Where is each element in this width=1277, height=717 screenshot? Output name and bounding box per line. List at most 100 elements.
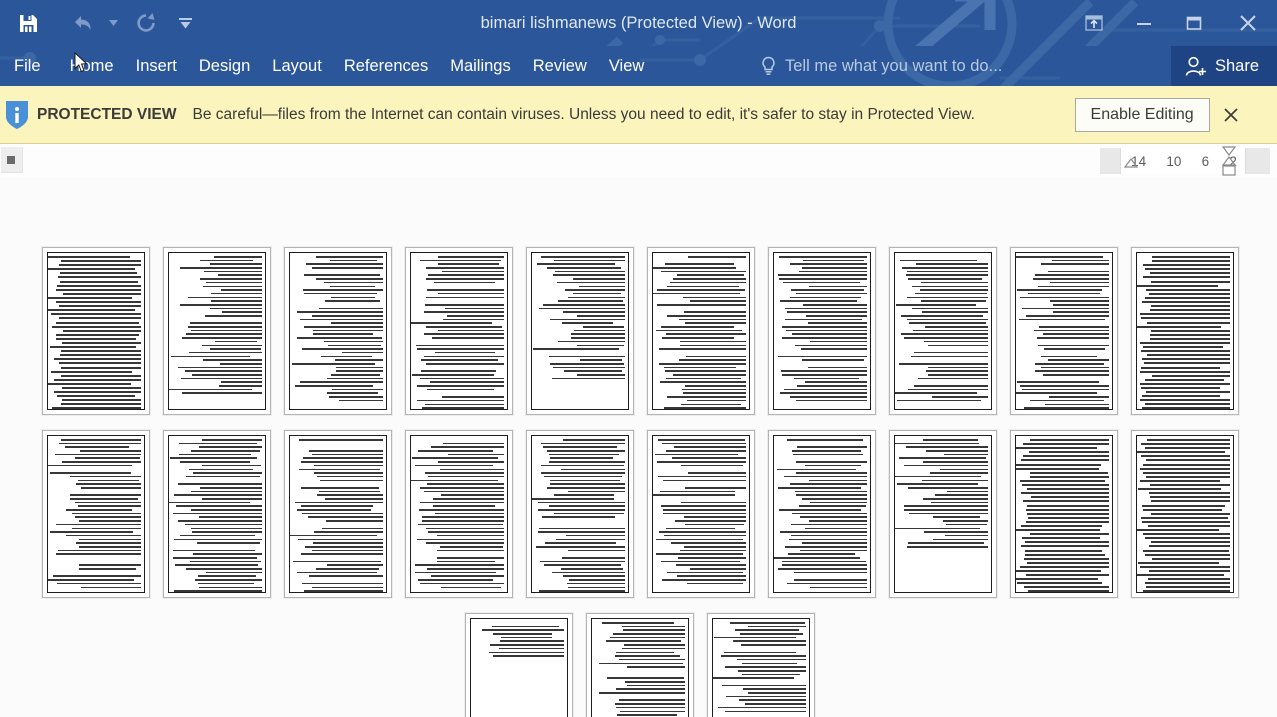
- tab-mailings[interactable]: Mailings: [439, 46, 522, 86]
- page-thumbnail[interactable]: [284, 247, 392, 415]
- tab-stop-selector[interactable]: [1, 147, 23, 173]
- page-content-frame: [773, 252, 871, 410]
- page-thumbnail[interactable]: [707, 613, 815, 717]
- text-line: [204, 315, 262, 317]
- text-line: [800, 516, 867, 519]
- page-text-block: [169, 439, 262, 592]
- page-text-block: [169, 256, 262, 396]
- right-indent-marker-icon[interactable]: [1219, 144, 1239, 180]
- text-line: [1140, 399, 1230, 402]
- text-line: [424, 472, 504, 474]
- page-text-block: [290, 439, 383, 592]
- tab-insert[interactable]: Insert: [125, 46, 188, 86]
- left-indent-marker-icon[interactable]: [1122, 146, 1140, 176]
- tab-file[interactable]: File: [0, 46, 59, 86]
- text-line: [60, 403, 141, 406]
- text-line: [1142, 264, 1230, 267]
- page-thumbnail[interactable]: [1010, 430, 1118, 598]
- close-icon[interactable]: [1218, 95, 1244, 135]
- customize-quick-access-icon[interactable]: [176, 4, 194, 42]
- text-line: [1021, 459, 1109, 462]
- ruler-margin-right: [1246, 148, 1270, 174]
- text-line: [1146, 288, 1230, 291]
- tell-me-search[interactable]: Tell me what you want to do...: [760, 46, 1002, 86]
- minimize-icon[interactable]: [1119, 0, 1169, 46]
- text-line: [439, 545, 503, 548]
- text-line: [170, 355, 251, 358]
- text-line: [784, 545, 867, 548]
- text-line: [435, 512, 504, 515]
- text-line: [327, 392, 378, 395]
- page-thumbnail[interactable]: [889, 430, 997, 598]
- text-line: [210, 300, 262, 302]
- text-line: [51, 313, 141, 316]
- text-line: [793, 579, 867, 581]
- document-canvas[interactable]: [0, 177, 1277, 717]
- text-line: [444, 307, 504, 310]
- text-line: [482, 629, 564, 631]
- text-line: [797, 385, 867, 387]
- text-line: [786, 329, 867, 332]
- redo-icon[interactable]: [124, 4, 168, 42]
- text-line: [738, 699, 806, 702]
- close-icon[interactable]: [1219, 0, 1277, 46]
- tab-view[interactable]: View: [598, 46, 655, 86]
- page-thumbnail[interactable]: [647, 247, 755, 415]
- text-line: [204, 270, 262, 273]
- text-line: [895, 475, 981, 478]
- text-line: [582, 326, 625, 328]
- text-line: [187, 326, 262, 328]
- share-button[interactable]: Share: [1170, 46, 1277, 86]
- text-line: [64, 446, 129, 448]
- page-thumbnail[interactable]: [42, 247, 150, 415]
- page-thumbnail[interactable]: [889, 247, 997, 415]
- page-thumbnail[interactable]: [465, 613, 573, 717]
- text-line: [923, 461, 988, 463]
- page-thumbnail[interactable]: [163, 430, 271, 598]
- text-line: [57, 582, 141, 585]
- restore-icon[interactable]: [1169, 0, 1219, 46]
- save-icon[interactable]: [6, 4, 50, 42]
- page-thumbnail[interactable]: [405, 430, 513, 598]
- undo-icon-glyph: [75, 16, 91, 30]
- text-line: [666, 285, 739, 288]
- text-line: [438, 329, 504, 332]
- text-line: [804, 527, 867, 530]
- page-thumbnail[interactable]: [42, 430, 150, 598]
- text-line: [60, 374, 141, 377]
- page-thumbnail[interactable]: [1131, 430, 1239, 598]
- undo-dropdown-icon[interactable]: [104, 4, 122, 42]
- text-line: [789, 296, 861, 299]
- tab-home[interactable]: Home: [59, 46, 125, 86]
- text-line: [927, 374, 988, 376]
- tab-layout[interactable]: Layout: [261, 46, 333, 86]
- text-line: [1029, 533, 1109, 536]
- undo-icon[interactable]: [60, 4, 104, 42]
- text-line: [493, 633, 553, 635]
- text-line: [304, 545, 383, 548]
- enable-editing-button[interactable]: Enable Editing: [1074, 97, 1210, 132]
- page-thumbnail[interactable]: [526, 247, 634, 415]
- page-thumbnail[interactable]: [405, 247, 513, 415]
- text-line: [189, 468, 253, 471]
- text-line: [324, 340, 383, 343]
- text-line: [420, 582, 504, 585]
- text-line: [80, 486, 141, 489]
- text-line: [319, 479, 383, 482]
- text-line: [1020, 385, 1109, 387]
- page-thumbnail[interactable]: [1131, 247, 1239, 415]
- tab-references[interactable]: References: [333, 46, 439, 86]
- page-thumbnail[interactable]: [586, 613, 694, 717]
- page-thumbnail[interactable]: [768, 247, 876, 415]
- ribbon-display-options-icon[interactable]: [1069, 0, 1119, 46]
- page-thumbnail[interactable]: [526, 430, 634, 598]
- page-thumbnail[interactable]: [1010, 247, 1118, 415]
- tab-design[interactable]: Design: [188, 46, 261, 86]
- page-thumbnail[interactable]: [163, 247, 271, 415]
- tab-review[interactable]: Review: [522, 46, 598, 86]
- page-thumbnail[interactable]: [768, 430, 876, 598]
- page-thumbnail[interactable]: [647, 430, 755, 598]
- text-line: [672, 278, 746, 280]
- page-thumbnail[interactable]: [284, 430, 392, 598]
- text-line: [203, 285, 262, 288]
